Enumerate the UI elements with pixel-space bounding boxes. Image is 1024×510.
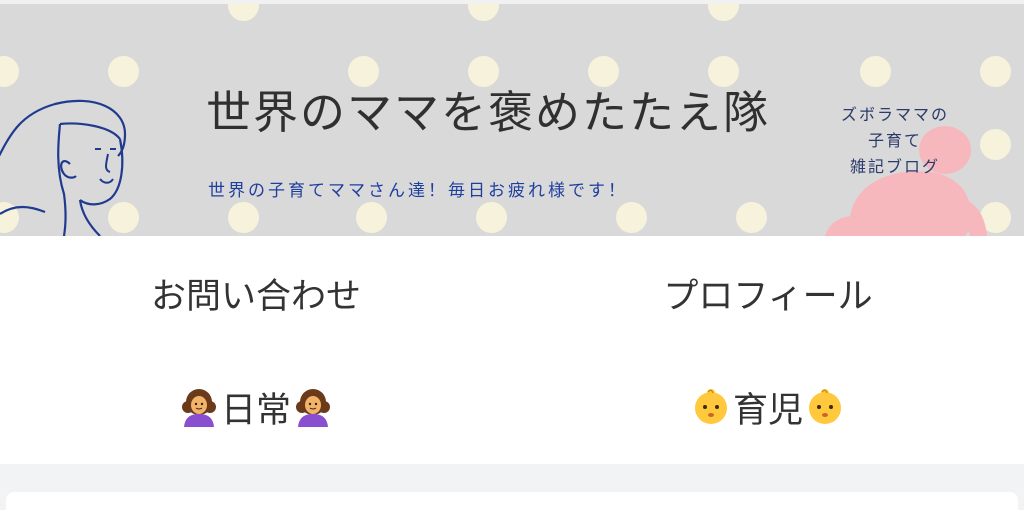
nav-item-label: プロフィール (663, 276, 873, 317)
decor-dot (0, 56, 19, 87)
woman-curly-hair-icon (181, 389, 216, 427)
site-tagline: 世界の子育てママさん達！毎日お疲れ様です！ (208, 181, 628, 201)
decor-dot (616, 202, 647, 233)
content-card (6, 492, 1018, 510)
blog-tag-line: 子育て (867, 131, 922, 150)
blog-tag-line: ズボラママの (840, 105, 949, 124)
woman-curly-hair-icon (296, 389, 330, 427)
decor-dot (708, 4, 739, 21)
decor-dot (860, 56, 891, 87)
nav-item-daily-life[interactable]: 日常 (0, 350, 512, 464)
decor-dot (108, 56, 139, 87)
decor-dot (736, 202, 767, 233)
nav-item-parenting[interactable]: 育児 (512, 350, 1024, 464)
decor-dot (228, 4, 259, 21)
blog-category-badge: ズボラママの 子育て 雑記ブログ (820, 102, 970, 180)
site-header-banner[interactable]: 世界のママを褒めたたえ隊 世界の子育てママさん達！毎日お疲れ様です！ ズボラママ… (0, 4, 1024, 236)
blog-tag-line: 雑記ブログ (849, 157, 940, 176)
decor-dot (476, 202, 507, 233)
decor-dot (228, 202, 259, 233)
main-navigation: お問い合わせ プロフィール 日常 育児 (0, 236, 1024, 464)
nav-item-contact[interactable]: お問い合わせ (0, 236, 512, 350)
decor-dot (468, 4, 499, 21)
woman-line-art-illustration (0, 99, 127, 236)
nav-item-label: 育児 (732, 390, 803, 431)
decor-dot (356, 202, 387, 233)
site-title[interactable]: 世界のママを褒めたたえ隊 (206, 76, 770, 141)
baby-icon (809, 389, 841, 424)
baby-icon (694, 389, 727, 424)
decor-dot (980, 56, 1011, 87)
nav-item-label: お問い合わせ (150, 276, 361, 317)
nav-item-label: 日常 (220, 390, 291, 431)
nav-item-profile[interactable]: プロフィール (512, 236, 1024, 350)
